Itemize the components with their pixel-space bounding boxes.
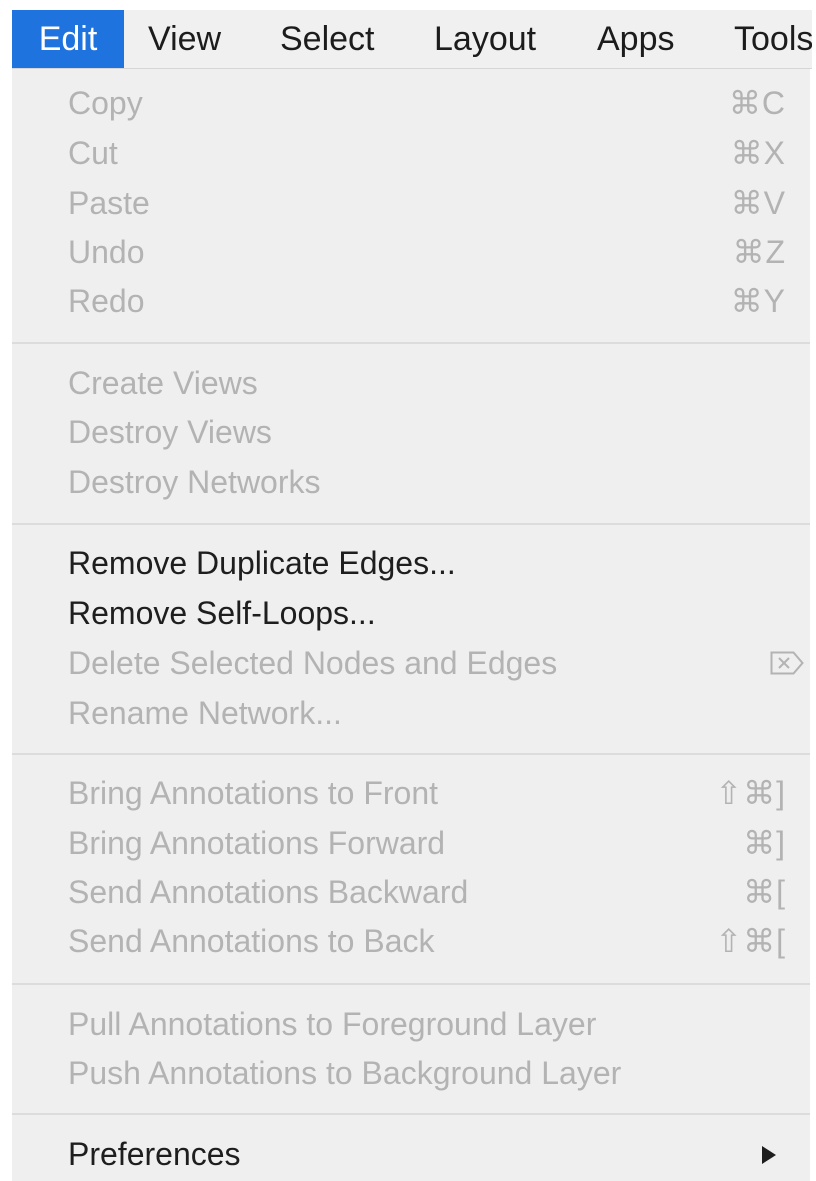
menu-item-shortcut: ⇧⌘[ (715, 923, 786, 959)
menu-item-shortcut: ⌘[ (743, 874, 786, 910)
menu-tools[interactable]: Tools (734, 10, 812, 68)
menu-item-label: Remove Self-Loops... (68, 595, 376, 631)
menu-item-shortcut: ⌘Y (730, 283, 786, 319)
menu-item-label: Paste (68, 185, 150, 221)
menu-item-bring-annotations-to-front[interactable]: Bring Annotations to Front ⇧⌘] (12, 768, 810, 818)
menu-item-rename-network[interactable]: Rename Network... (12, 688, 810, 738)
menu-item-shortcut: ⌘C (728, 85, 786, 121)
menu-item-label: Redo (68, 283, 145, 319)
menu-item-label: Create Views (68, 365, 258, 401)
menu-item-paste[interactable]: Paste ⌘V (12, 178, 810, 228)
menu-item-redo[interactable]: Redo ⌘Y (12, 276, 810, 326)
menu-item-label: Send Annotations Backward (68, 874, 469, 910)
menu-item-copy[interactable]: Copy ⌘C (12, 78, 810, 128)
menu-item-label: Send Annotations to Back (68, 923, 435, 959)
edit-menu-dropdown: Copy ⌘C Cut ⌘X Paste ⌘V Undo ⌘Z Redo ⌘Y … (12, 69, 810, 1181)
menu-item-delete-selected-nodes-and-edges[interactable]: Delete Selected Nodes and Edges (12, 638, 810, 688)
menu-item-label: Destroy Networks (68, 464, 321, 500)
menu-item-send-annotations-backward[interactable]: Send Annotations Backward ⌘[ (12, 867, 810, 917)
menu-item-destroy-views[interactable]: Destroy Views (12, 407, 810, 457)
menu-item-label: Pull Annotations to Foreground Layer (68, 1006, 597, 1042)
menu-item-push-annotations-to-background-layer[interactable]: Push Annotations to Background Layer (12, 1048, 810, 1098)
menu-separator (12, 983, 810, 985)
menu-item-cut[interactable]: Cut ⌘X (12, 128, 810, 178)
menu-separator (12, 523, 810, 525)
menu-item-shortcut: ⌘X (730, 135, 786, 171)
menu-item-pull-annotations-to-foreground-layer[interactable]: Pull Annotations to Foreground Layer (12, 999, 810, 1049)
delete-key-icon (770, 651, 804, 675)
menu-item-shortcut: ⌘V (730, 185, 786, 221)
menu-item-label: Bring Annotations Forward (68, 825, 446, 861)
menu-separator (12, 753, 810, 755)
menu-item-label: Remove Duplicate Edges... (68, 545, 456, 581)
menu-item-label: Rename Network... (68, 695, 342, 731)
menu-item-label: Delete Selected Nodes and Edges (68, 645, 558, 681)
menu-item-shortcut: ⌘] (743, 825, 786, 861)
submenu-arrow-icon (762, 1146, 776, 1164)
menu-item-bring-annotations-forward[interactable]: Bring Annotations Forward ⌘] (12, 818, 810, 868)
menu-select[interactable]: Select (280, 10, 375, 68)
menu-item-remove-duplicate-edges[interactable]: Remove Duplicate Edges... (12, 538, 810, 588)
screen: Edit View Select Layout Apps Tools Copy … (0, 0, 816, 1181)
menu-item-label: Destroy Views (68, 414, 272, 450)
menu-item-send-annotations-to-back[interactable]: Send Annotations to Back ⇧⌘[ (12, 916, 810, 966)
menu-item-label: Bring Annotations to Front (68, 775, 438, 811)
menu-item-shortcut: ⌘Z (732, 234, 786, 270)
menu-bar: Edit View Select Layout Apps Tools (12, 10, 812, 69)
menu-separator (12, 1113, 810, 1115)
menu-item-label: Preferences (68, 1136, 241, 1172)
menu-apps[interactable]: Apps (597, 10, 675, 68)
menu-item-label: Cut (68, 135, 118, 171)
menu-view[interactable]: View (148, 10, 221, 68)
menu-item-label: Undo (68, 234, 145, 270)
menu-item-remove-self-loops[interactable]: Remove Self-Loops... (12, 588, 810, 638)
menu-item-label: Push Annotations to Background Layer (68, 1055, 622, 1091)
menu-item-shortcut: ⇧⌘] (715, 775, 786, 811)
menu-edit[interactable]: Edit (12, 10, 124, 68)
menu-item-undo[interactable]: Undo ⌘Z (12, 227, 810, 277)
menu-item-create-views[interactable]: Create Views (12, 358, 810, 408)
menu-item-label: Copy (68, 85, 143, 121)
menu-item-preferences[interactable]: Preferences (12, 1129, 810, 1179)
menu-layout[interactable]: Layout (434, 10, 536, 68)
menu-separator (12, 342, 810, 344)
menu-item-destroy-networks[interactable]: Destroy Networks (12, 457, 810, 507)
